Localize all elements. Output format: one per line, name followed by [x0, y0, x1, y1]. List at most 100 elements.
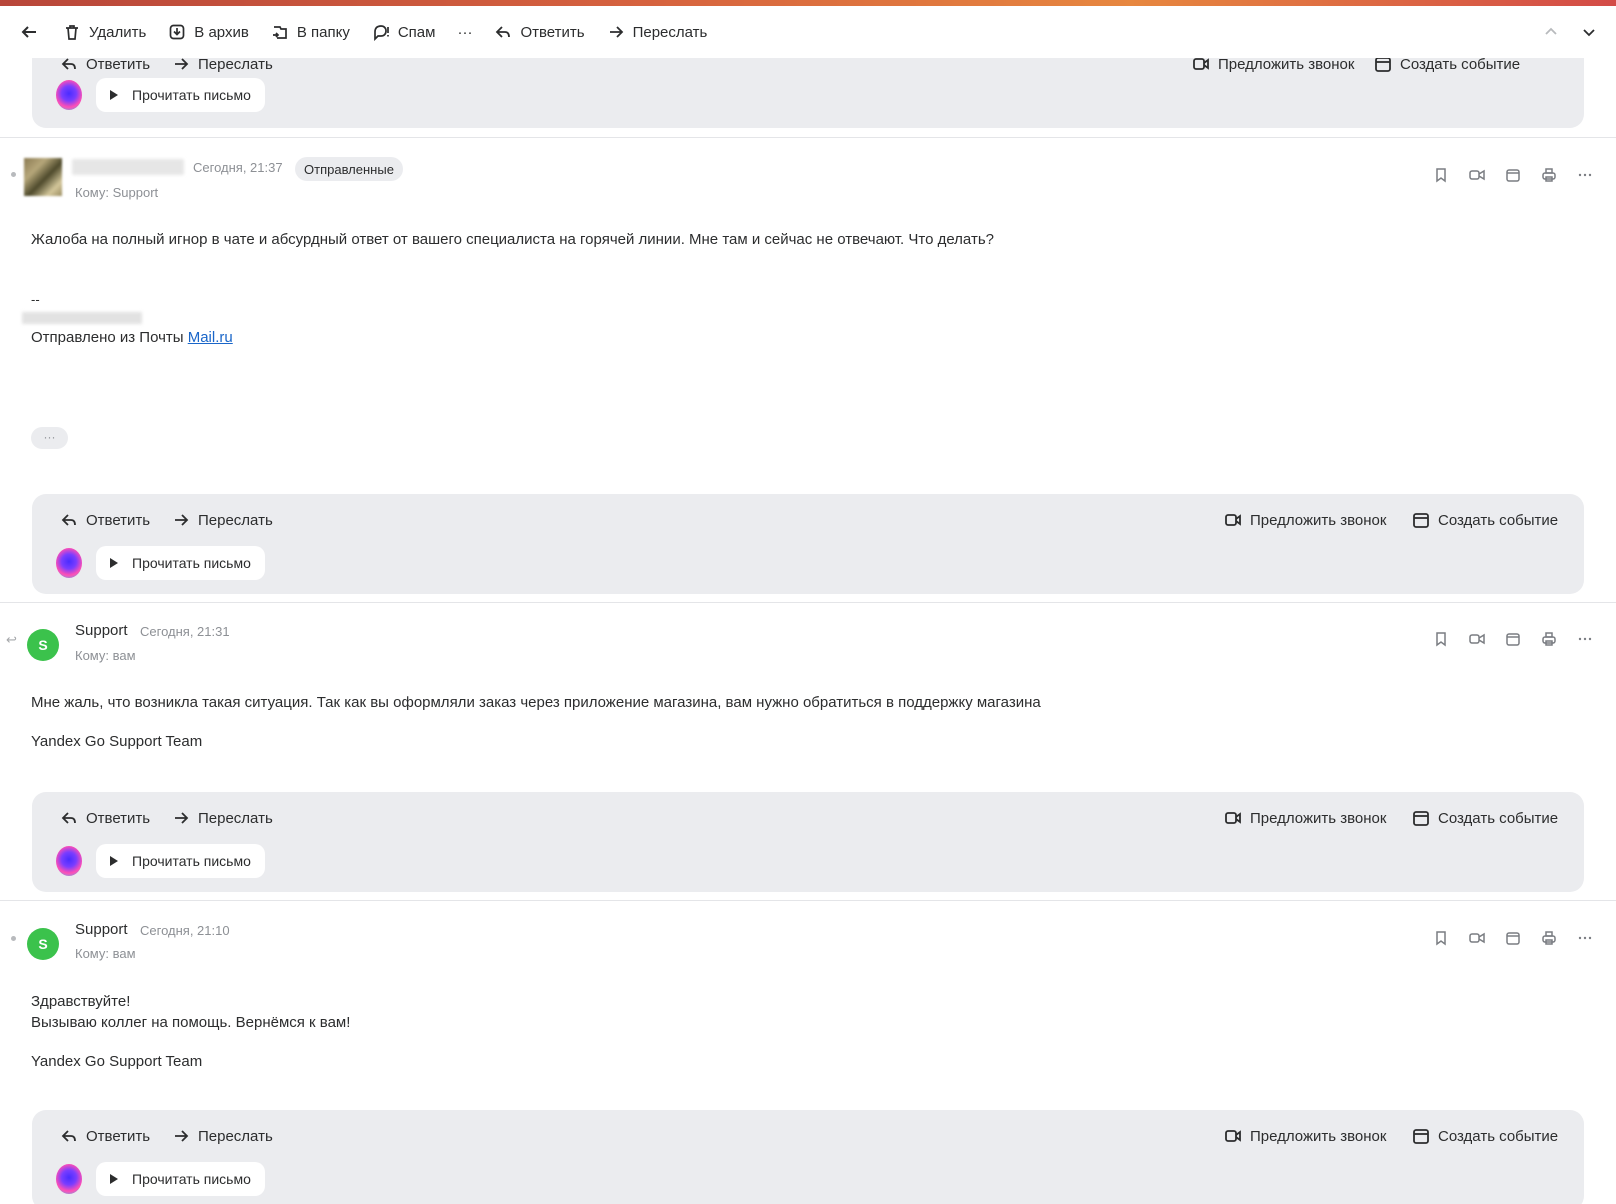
reply-button[interactable]: Ответить — [60, 508, 150, 532]
back-button[interactable] — [16, 14, 52, 50]
folder-badge[interactable]: Отправленные — [295, 157, 403, 181]
read-aloud-button[interactable]: Прочитать письмо — [96, 844, 265, 878]
calendar-icon[interactable] — [1504, 166, 1522, 184]
more-actions-button[interactable]: ··· — [446, 14, 483, 50]
reply-icon — [61, 812, 76, 824]
avatar: S — [27, 629, 59, 661]
unread-dot[interactable] — [11, 936, 16, 941]
print-icon[interactable] — [1540, 929, 1558, 947]
mailru-link[interactable]: Mail.ru — [188, 329, 233, 346]
reply-button[interactable]: Ответить — [483, 14, 595, 50]
reply-icon — [61, 1130, 76, 1142]
archive-button[interactable]: В архив — [157, 14, 260, 50]
forward-button[interactable]: Переслать — [172, 1124, 273, 1148]
voice-assistant-icon — [56, 1164, 82, 1194]
video-call-icon — [1225, 812, 1241, 824]
video-call-icon[interactable] — [1468, 929, 1486, 947]
message-signature: Yandex Go Support Team — [31, 1053, 203, 1070]
divider — [0, 137, 1616, 138]
chevron-up-icon[interactable] — [1536, 17, 1566, 47]
read-aloud-button[interactable]: Прочитать письмо — [96, 546, 265, 580]
replied-icon: ↩ — [6, 632, 17, 647]
spam-button[interactable]: Спам — [361, 14, 447, 50]
more-icon[interactable] — [1576, 166, 1594, 184]
forward-icon — [609, 26, 623, 38]
unread-dot[interactable] — [11, 172, 16, 177]
create-event-button[interactable]: Создать событие — [1412, 508, 1558, 532]
calendar-icon[interactable] — [1504, 929, 1522, 947]
message-date: Сегодня, 21:31 — [140, 624, 230, 639]
show-quoted-button[interactable]: ··· — [31, 427, 68, 449]
forward-icon — [175, 812, 189, 824]
divider — [0, 602, 1616, 603]
message-actions-panel: Ответить Переслать Предложить звонок Соз… — [32, 792, 1584, 892]
voice-assistant-icon — [56, 846, 82, 876]
delete-button[interactable]: Удалить — [52, 14, 157, 50]
avatar — [24, 158, 62, 196]
create-event-button[interactable]: Создать событие — [1412, 1124, 1558, 1148]
voice-assistant-icon — [56, 80, 82, 110]
bookmark-icon[interactable] — [1432, 929, 1450, 947]
move-to-folder-button[interactable]: В папку — [260, 14, 361, 50]
reply-icon — [496, 26, 511, 38]
reply-icon — [61, 514, 76, 526]
spam-icon — [373, 25, 389, 41]
message-body: Жалоба на полный игнор в чате и абсурдны… — [31, 231, 994, 248]
thread-navigation — [1536, 17, 1616, 47]
play-icon — [110, 1174, 118, 1184]
message-body: Вызываю коллег на помощь. Вернёмся к вам… — [31, 1014, 351, 1031]
signature-separator: -- — [31, 292, 40, 307]
message-date: Сегодня, 21:37 — [193, 160, 283, 175]
bookmark-icon[interactable] — [1432, 166, 1450, 184]
trash-icon — [66, 25, 78, 40]
recipient-line: Кому: Support — [75, 185, 159, 200]
message-signature: Yandex Go Support Team — [31, 733, 203, 750]
reply-button[interactable]: Ответить — [60, 806, 150, 830]
more-icon[interactable] — [1576, 630, 1594, 648]
calendar-icon — [1413, 811, 1429, 826]
chevron-down-icon[interactable] — [1574, 17, 1604, 47]
create-event-button[interactable]: Создать событие — [1412, 806, 1558, 830]
read-aloud-button[interactable]: Прочитать письмо — [96, 78, 265, 112]
suggest-call-button[interactable]: Предложить звонок — [1224, 508, 1386, 532]
message-tools — [1432, 630, 1594, 648]
arrow-left-icon — [21, 26, 36, 38]
forward-button[interactable]: Переслать — [172, 508, 273, 532]
video-call-icon — [1225, 1130, 1241, 1142]
video-call-icon — [1225, 514, 1241, 526]
voice-assistant-icon — [56, 548, 82, 578]
message-greeting: Здравствуйте! — [31, 993, 131, 1010]
calendar-icon — [1413, 513, 1429, 528]
suggest-call-button[interactable]: Предложить звонок — [1224, 806, 1386, 830]
message-tools — [1432, 929, 1594, 947]
play-icon — [110, 90, 118, 100]
more-icon: ··· — [457, 23, 473, 41]
recipient-line: Кому: вам — [75, 648, 136, 663]
message-body: Мне жаль, что возникла такая ситуация. Т… — [31, 694, 1041, 711]
print-icon[interactable] — [1540, 630, 1558, 648]
play-icon — [110, 558, 118, 568]
message-date: Сегодня, 21:10 — [140, 923, 230, 938]
sender-name[interactable]: Support — [75, 622, 128, 639]
video-call-icon[interactable] — [1468, 630, 1486, 648]
sent-from-line: Отправлено из Почты Mail.ru — [31, 329, 233, 346]
divider — [0, 900, 1616, 901]
print-icon[interactable] — [1540, 166, 1558, 184]
suggest-call-button[interactable]: Предложить звонок — [1224, 1124, 1386, 1148]
sender-name[interactable]: Support — [75, 921, 128, 938]
calendar-icon[interactable] — [1504, 630, 1522, 648]
forward-button[interactable]: Переслать — [172, 806, 273, 830]
bookmark-icon[interactable] — [1432, 630, 1450, 648]
more-icon[interactable] — [1576, 929, 1594, 947]
calendar-icon — [1413, 1129, 1429, 1144]
signature-name-redacted — [22, 312, 142, 324]
read-aloud-button[interactable]: Прочитать письмо — [96, 1162, 265, 1196]
message-thread: Ответить Переслать Предложить звонок Соз… — [0, 0, 1616, 1204]
recipient-line: Кому: вам — [75, 946, 136, 961]
reply-button[interactable]: Ответить — [60, 1124, 150, 1148]
sender-name-redacted — [72, 159, 184, 175]
video-call-icon[interactable] — [1468, 166, 1486, 184]
folder-move-icon — [272, 26, 287, 39]
forward-button[interactable]: Переслать — [596, 14, 719, 50]
avatar: S — [27, 928, 59, 960]
